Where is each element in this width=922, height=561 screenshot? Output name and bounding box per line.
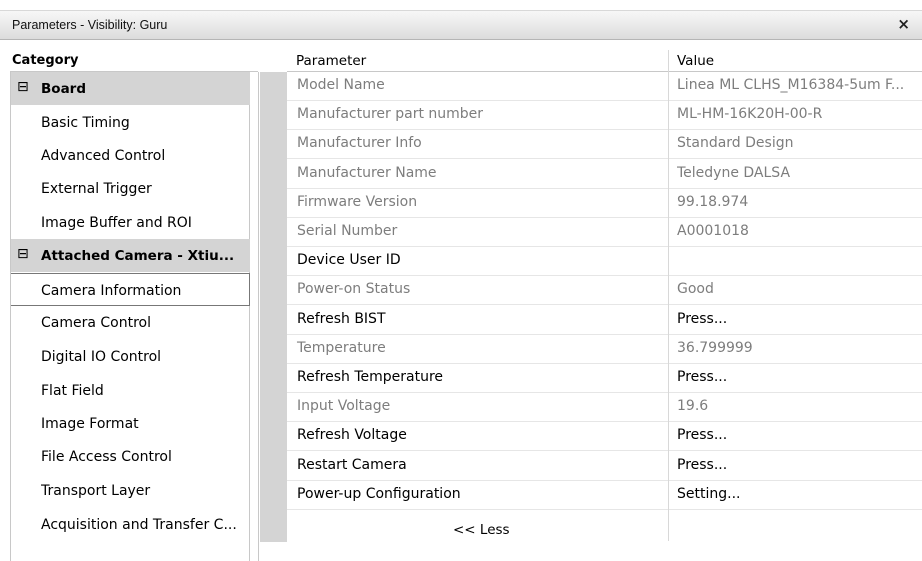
category-label: External Trigger [41, 181, 152, 197]
parameter-name: Refresh Temperature [297, 369, 444, 385]
parameter-header-label: Parameter [296, 53, 367, 69]
category-label: Board [41, 81, 86, 97]
parameter-name: Model Name [297, 77, 385, 93]
parameter-name: Serial Number [297, 223, 398, 239]
parameter-row[interactable]: Manufacturer Name Teledyne DALSA [287, 160, 922, 189]
category-label: Flat Field [41, 383, 104, 399]
category-label: Attached Camera - Xtiu... [41, 248, 235, 264]
parameter-value[interactable]: Press... [677, 427, 912, 443]
category-label: Transport Layer [41, 483, 151, 499]
parameter-row[interactable]: Temperature 36.799999 [287, 335, 922, 364]
category-label: File Access Control [41, 449, 172, 465]
parameter-name: Input Voltage [297, 398, 391, 415]
parameter-value: 36.799999 [677, 339, 753, 356]
parameter-value[interactable]: Press... [677, 311, 912, 327]
row-gutter [260, 72, 287, 542]
parameter-name: Firmware Version [297, 193, 418, 210]
parameter-header: Parameter [287, 50, 668, 72]
collapse-icon[interactable]: ⊟ [17, 246, 29, 262]
value-header-label: Value [677, 53, 715, 69]
category-group[interactable]: ⊟ Attached Camera - Xtiu... [11, 239, 250, 272]
category-label: Camera Control [41, 315, 151, 331]
parameter-name: Temperature [297, 339, 386, 356]
parameter-name: Manufacturer part number [297, 106, 484, 123]
close-icon[interactable]: × [897, 15, 910, 33]
parameter-name: Refresh BIST [297, 310, 386, 327]
category-label: Basic Timing [41, 115, 130, 131]
parameter-name: Manufacturer Info [297, 135, 422, 152]
parameter-value[interactable]: Setting... [677, 486, 912, 502]
parameter-row[interactable]: Input Voltage 19.6 [287, 393, 922, 423]
category-label: Digital IO Control [41, 349, 162, 365]
category-item[interactable]: Advanced Control [11, 139, 250, 172]
parameter-name: Power-on Status [297, 281, 411, 298]
title-bar: Parameters - Visibility: Guru × [0, 10, 922, 40]
parameter-row[interactable]: Power-on Status Good [287, 276, 922, 306]
category-label: Image Format [41, 416, 139, 432]
parameter-value[interactable]: Press... [677, 457, 912, 473]
less-button[interactable]: << Less [453, 522, 510, 538]
category-header: Category [10, 50, 258, 72]
parameter-row[interactable]: Model Name Linea ML CLHS_M16384-5um F... [287, 72, 922, 101]
parameter-row[interactable]: Refresh Voltage Press... [287, 422, 922, 452]
parameter-value: A0001018 [677, 223, 749, 239]
parameter-row[interactable]: Power-up Configuration Setting... [287, 481, 922, 510]
category-item[interactable]: Flat Field [11, 374, 250, 407]
category-tree: ⊟ Board Basic Timing Advanced Control Extern… [10, 72, 250, 561]
parameter-name: Manufacturer Name [297, 164, 437, 181]
category-item[interactable]: Image Format [11, 407, 250, 440]
window-title: Parameters - Visibility: Guru [12, 18, 168, 32]
parameter-value: ML-HM-16K20H-00-R [677, 106, 823, 123]
category-label: Advanced Control [41, 148, 166, 164]
parameter-row[interactable]: Refresh BIST Press... [287, 306, 922, 335]
parameter-row[interactable]: Refresh Temperature Press... [287, 364, 922, 393]
category-label: Acquisition and Transfer C... [41, 517, 237, 533]
parameter-row[interactable]: Restart Camera Press... [287, 452, 922, 481]
category-header-label: Category [12, 53, 79, 68]
parameter-row[interactable]: Manufacturer Info Standard Design [287, 130, 922, 160]
parameter-value: Good [677, 281, 714, 298]
parameter-row[interactable]: Manufacturer part number ML-HM-16K20H-00-… [287, 101, 922, 131]
collapse-icon[interactable]: ⊟ [17, 79, 29, 95]
category-group[interactable]: ⊟ Board [11, 72, 250, 105]
category-item[interactable]: Basic Timing [11, 106, 250, 139]
parameter-value: Teledyne DALSA [677, 164, 791, 181]
category-item[interactable]: Camera Control [11, 306, 250, 339]
parameter-row[interactable]: Firmware Version 99.18.974 [287, 189, 922, 218]
category-item[interactable]: Digital IO Control [11, 340, 250, 373]
parameter-name: Power-up Configuration [297, 485, 461, 502]
category-item[interactable]: Image Buffer and ROI [11, 206, 250, 239]
parameter-name: Refresh Voltage [297, 427, 407, 444]
category-item[interactable]: Camera Information [11, 273, 250, 306]
parameter-value: Standard Design [677, 135, 794, 152]
parameter-value[interactable]: Press... [677, 369, 912, 385]
parameter-value: Linea ML CLHS_M16384-5um F... [677, 77, 905, 93]
parameter-value: 99.18.974 [677, 193, 749, 210]
category-label: Camera Information [41, 283, 182, 299]
parameter-row[interactable]: Device User ID [287, 247, 922, 277]
parameter-value: 19.6 [677, 398, 709, 415]
category-item[interactable]: Transport Layer [11, 474, 250, 507]
column-divider[interactable] [668, 50, 669, 541]
category-item[interactable]: File Access Control [11, 440, 250, 473]
parameter-row[interactable]: Serial Number A0001018 [287, 218, 922, 247]
value-header: Value [669, 50, 922, 72]
parameter-name: Restart Camera [297, 456, 407, 473]
panel-divider[interactable] [258, 72, 259, 561]
parameter-name: Device User ID [297, 252, 401, 269]
category-item[interactable]: External Trigger [11, 172, 250, 205]
category-item[interactable]: Acquisition and Transfer C... [11, 508, 250, 541]
category-label: Image Buffer and ROI [41, 215, 192, 231]
